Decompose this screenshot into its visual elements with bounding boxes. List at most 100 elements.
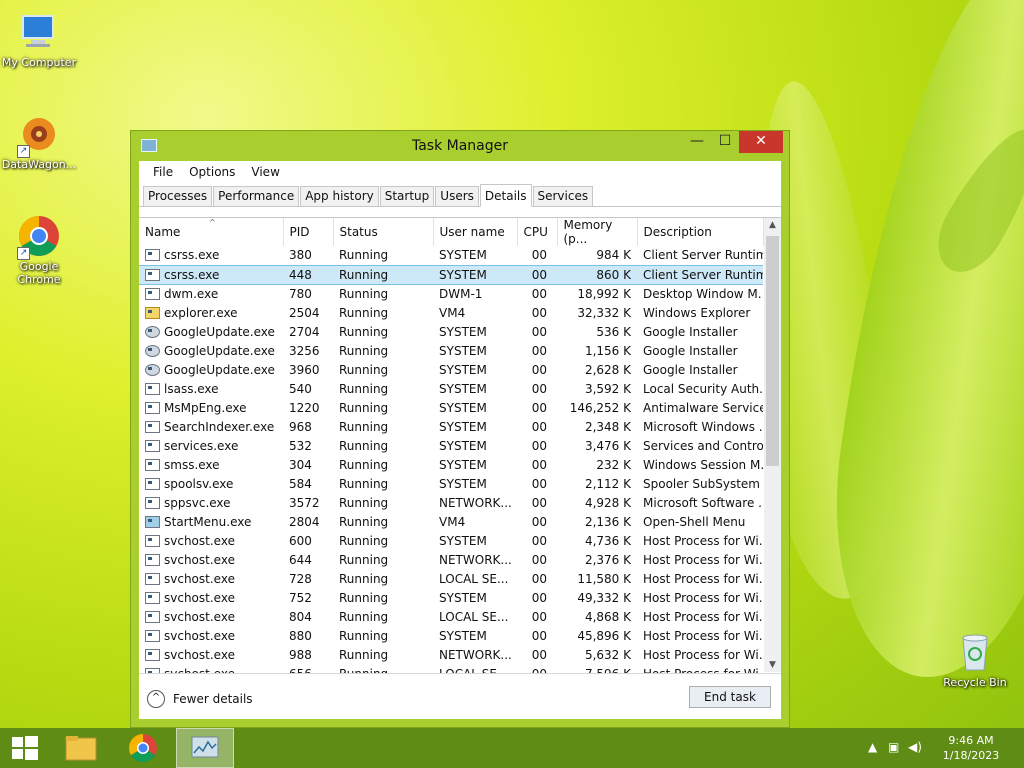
cell-name: GoogleUpdate.exe xyxy=(139,360,283,379)
tab-users[interactable]: Users xyxy=(435,186,479,206)
close-button[interactable]: ✕ xyxy=(739,131,783,153)
cell-description: Host Process for Wi... xyxy=(643,647,763,662)
table-row[interactable]: GoogleUpdate.exe 3256 Running SYSTEM 00 1,156… xyxy=(139,341,763,360)
table-row[interactable]: svchost.exe 644 Running NETWORK... 00 2,376 K… xyxy=(139,550,763,569)
cell-memory: 146,252 K xyxy=(569,400,631,415)
tab-performance[interactable]: Performance xyxy=(213,186,300,206)
table-row[interactable]: services.exe 532 Running SYSTEM 00 3,476 K Ser… xyxy=(139,436,763,455)
table-row[interactable]: svchost.exe 880 Running SYSTEM 00 45,896 K Hos… xyxy=(139,626,763,645)
end-task-button[interactable]: End task xyxy=(689,686,771,708)
column-header-pid[interactable]: PID xyxy=(283,218,334,246)
menu-options[interactable]: Options xyxy=(181,165,243,179)
cell-pid: 644 xyxy=(289,552,312,567)
cell-cpu: 00 xyxy=(531,647,547,662)
desktop-icon-recycle-bin[interactable]: Recycle Bin xyxy=(936,630,1014,689)
taskbar-task-manager[interactable] xyxy=(176,728,234,768)
table-row[interactable]: sppsvc.exe 3572 Running NETWORK... 00 4,928 K… xyxy=(139,493,763,512)
cell-user-name: SYSTEM xyxy=(439,324,487,339)
menu-view[interactable]: View xyxy=(243,165,287,179)
table-row[interactable]: svchost.exe 988 Running NETWORK... 00 5,632 K… xyxy=(139,645,763,664)
table-row[interactable]: explorer.exe 2504 Running VM4 00 32,332 K Wind… xyxy=(139,303,763,322)
cell-pid: 1220 xyxy=(289,400,320,415)
column-header-description[interactable]: Description xyxy=(637,218,764,246)
table-row[interactable]: dwm.exe 780 Running DWM-1 00 18,992 K Desktop … xyxy=(139,284,763,303)
cell-memory: 5,632 K xyxy=(584,647,631,662)
tab-app-history[interactable]: App history xyxy=(300,186,379,206)
table-row[interactable]: csrss.exe 380 Running SYSTEM 00 984 K Client S… xyxy=(139,246,763,265)
table-row[interactable]: StartMenu.exe 2804 Running VM4 00 2,136 K Open… xyxy=(139,512,763,531)
process-name: svchost.exe xyxy=(164,590,235,605)
chevron-up-icon: ^ xyxy=(147,690,165,708)
column-header-status[interactable]: Status xyxy=(333,218,434,246)
table-row[interactable]: svchost.exe 600 Running SYSTEM 00 4,736 K Host… xyxy=(139,531,763,550)
fewer-details-button[interactable]: ^ Fewer details xyxy=(147,690,253,708)
process-icon xyxy=(145,477,160,490)
cell-memory: 2,348 K xyxy=(584,419,631,434)
cell-description: Host Process for Wi... xyxy=(643,571,763,586)
scrollbar-thumb[interactable] xyxy=(766,236,779,466)
cell-description: Antimalware Service... xyxy=(643,400,763,415)
cell-status: Running xyxy=(339,457,389,472)
network-icon[interactable]: ▣ xyxy=(888,740,899,754)
cell-cpu: 00 xyxy=(531,457,547,472)
table-row[interactable]: SearchIndexer.exe 968 Running SYSTEM 00 2,348… xyxy=(139,417,763,436)
tab-details[interactable]: Details xyxy=(479,184,532,207)
cell-description: Host Process for Wi... xyxy=(643,628,763,643)
desktop-icon-google-chrome[interactable]: ↗ Google Chrome xyxy=(0,214,78,286)
cell-memory: 32,332 K xyxy=(577,305,631,320)
desktop-icon-my-computer[interactable]: My Computer xyxy=(0,10,78,69)
cell-name: svchost.exe xyxy=(139,531,283,550)
cell-cpu: 00 xyxy=(531,438,547,453)
process-icon xyxy=(145,496,160,509)
column-header-user-name[interactable]: User name xyxy=(433,218,518,246)
cell-description: Local Security Auth... xyxy=(643,381,763,396)
clock[interactable]: 9:46 AM 1/18/2023 xyxy=(936,733,1006,763)
table-row[interactable]: svchost.exe 728 Running LOCAL SE... 00 11,580… xyxy=(139,569,763,588)
taskbar-chrome[interactable] xyxy=(116,728,170,768)
chrome-icon xyxy=(129,734,157,762)
tab-startup[interactable]: Startup xyxy=(379,186,435,206)
desktop-icon-datawagon[interactable]: ↗ DataWagon... xyxy=(0,112,78,171)
title-bar[interactable]: Task Manager — ☐ ✕ xyxy=(131,131,789,161)
process-name: svchost.exe xyxy=(164,552,235,567)
table-row[interactable]: csrss.exe 448 Running SYSTEM 00 860 K Client S… xyxy=(139,264,763,285)
scroll-up-icon[interactable]: ▲ xyxy=(764,220,781,230)
table-row[interactable]: GoogleUpdate.exe 3960 Running SYSTEM 00 2,628… xyxy=(139,360,763,379)
taskbar-file-explorer[interactable] xyxy=(54,728,108,768)
column-header-memory[interactable]: Memory (p... xyxy=(557,218,638,246)
windows-logo-icon xyxy=(12,736,38,760)
cell-user-name: LOCAL SE... xyxy=(439,609,509,624)
cell-pid: 2504 xyxy=(289,305,320,320)
cell-description: Host Process for Wi... xyxy=(643,533,763,548)
scroll-down-icon[interactable]: ▼ xyxy=(764,660,781,670)
chevron-up-icon[interactable]: ▲ xyxy=(868,740,877,754)
maximize-button[interactable]: ☐ xyxy=(711,131,739,153)
menu-file[interactable]: File xyxy=(145,165,181,179)
process-name: dwm.exe xyxy=(164,286,219,301)
table-row[interactable]: svchost.exe 804 Running LOCAL SE... 00 4,868 … xyxy=(139,607,763,626)
column-header-name[interactable]: ^ Name xyxy=(139,218,284,246)
cell-name: svchost.exe xyxy=(139,569,283,588)
column-header-cpu[interactable]: CPU xyxy=(517,218,558,246)
table-row[interactable]: lsass.exe 540 Running SYSTEM 00 3,592 K Local … xyxy=(139,379,763,398)
cell-memory: 4,736 K xyxy=(584,533,631,548)
minimize-button[interactable]: — xyxy=(683,131,711,153)
table-row[interactable]: spoolsv.exe 584 Running SYSTEM 00 2,112 K Spoo… xyxy=(139,474,763,493)
start-button[interactable] xyxy=(0,728,54,768)
shortcut-arrow-icon: ↗ xyxy=(17,145,30,158)
tab-services[interactable]: Services xyxy=(532,186,594,206)
system-tray: ▲ ▣ ◀) 9:46 AM 1/18/2023 xyxy=(856,728,1006,768)
process-icon xyxy=(145,629,160,642)
vertical-scrollbar[interactable]: ▲ ▼ xyxy=(764,218,781,672)
table-row[interactable]: smss.exe 304 Running SYSTEM 00 232 K Windows S… xyxy=(139,455,763,474)
table-row[interactable]: GoogleUpdate.exe 2704 Running SYSTEM 00 536 K… xyxy=(139,322,763,341)
cell-status: Running xyxy=(339,514,389,529)
process-name: GoogleUpdate.exe xyxy=(164,343,275,358)
volume-icon[interactable]: ◀) xyxy=(908,740,922,754)
process-icon xyxy=(145,363,160,376)
table-row[interactable]: svchost.exe 752 Running SYSTEM 00 49,332 K Hos… xyxy=(139,588,763,607)
tab-processes[interactable]: Processes xyxy=(143,186,213,206)
table-row[interactable]: MsMpEng.exe 1220 Running SYSTEM 00 146,252 K A… xyxy=(139,398,763,417)
cell-user-name: SYSTEM xyxy=(439,362,487,377)
cell-name: SearchIndexer.exe xyxy=(139,417,283,436)
